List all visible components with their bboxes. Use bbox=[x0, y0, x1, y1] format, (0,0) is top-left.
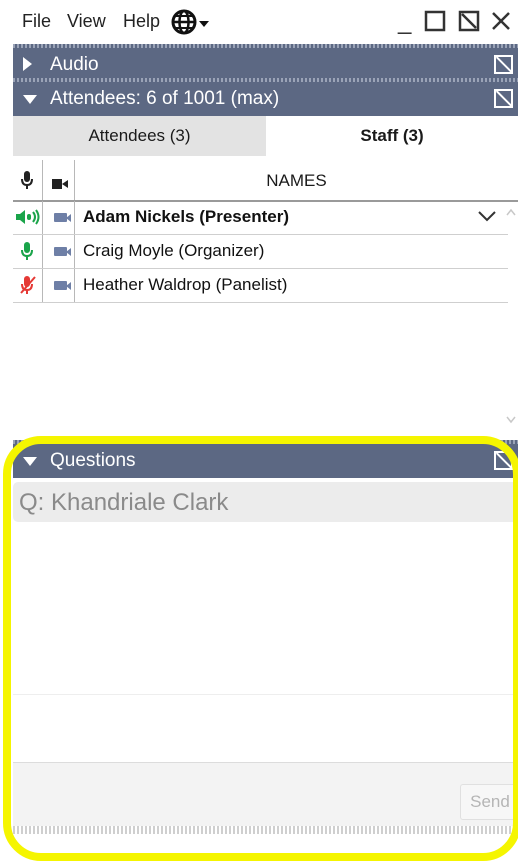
camera-icon[interactable] bbox=[52, 176, 68, 194]
microphone-muted-icon bbox=[20, 275, 36, 300]
attendee-name: Craig Moyle (Organizer) bbox=[83, 241, 265, 260]
close-icon[interactable] bbox=[490, 10, 512, 39]
panel-popout-icon[interactable] bbox=[494, 89, 513, 108]
attendee-name: Adam Nickels (Presenter) bbox=[83, 207, 289, 226]
tab-attendees-label: Attendees (3) bbox=[88, 126, 191, 145]
attendees-panel-title: Attendees: 6 of 1001 (max) bbox=[50, 88, 280, 109]
table-row[interactable]: Adam Nickels (Presenter) bbox=[13, 201, 508, 235]
maximize-icon[interactable] bbox=[424, 10, 446, 39]
camera-icon bbox=[54, 213, 71, 222]
attendee-name: Heather Waldrop (Panelist) bbox=[83, 275, 288, 294]
attendees-panel-header[interactable]: Attendees: 6 of 1001 (max) bbox=[13, 82, 518, 116]
table-row[interactable]: Heather Waldrop (Panelist) bbox=[13, 269, 508, 303]
chevron-down-icon[interactable] bbox=[477, 209, 497, 228]
highlight-annotation bbox=[3, 436, 518, 861]
speaking-microphone-icon bbox=[14, 208, 42, 231]
table-header: NAMES bbox=[13, 160, 518, 202]
camera-icon bbox=[54, 281, 71, 290]
microphone-icon[interactable] bbox=[20, 170, 34, 195]
language-globe-icon[interactable] bbox=[170, 8, 218, 41]
menu-bar: File View Help _ bbox=[0, 0, 518, 44]
collapse-icon bbox=[23, 95, 37, 104]
audio-panel-header[interactable]: Audio bbox=[13, 48, 518, 82]
menu-view[interactable]: View bbox=[67, 11, 106, 32]
camera-icon bbox=[54, 247, 71, 256]
microphone-on-icon bbox=[20, 241, 34, 266]
table-row[interactable]: Craig Moyle (Organizer) bbox=[13, 235, 508, 269]
menu-file[interactable]: File bbox=[22, 11, 51, 32]
menu-help[interactable]: Help bbox=[123, 11, 160, 32]
tab-attendees[interactable]: Attendees (3) bbox=[13, 116, 266, 156]
scroll-up-icon[interactable] bbox=[506, 205, 516, 219]
popout-icon[interactable] bbox=[458, 10, 480, 39]
scroll-down-icon[interactable] bbox=[506, 413, 516, 427]
panel-popout-icon[interactable] bbox=[494, 55, 513, 74]
audio-panel-title: Audio bbox=[50, 54, 99, 75]
tab-staff[interactable]: Staff (3) bbox=[266, 116, 518, 156]
tab-staff-label: Staff (3) bbox=[360, 126, 424, 145]
names-column-header[interactable]: NAMES bbox=[75, 171, 518, 191]
minimize-icon[interactable]: _ bbox=[398, 8, 411, 36]
expand-icon bbox=[23, 57, 32, 71]
